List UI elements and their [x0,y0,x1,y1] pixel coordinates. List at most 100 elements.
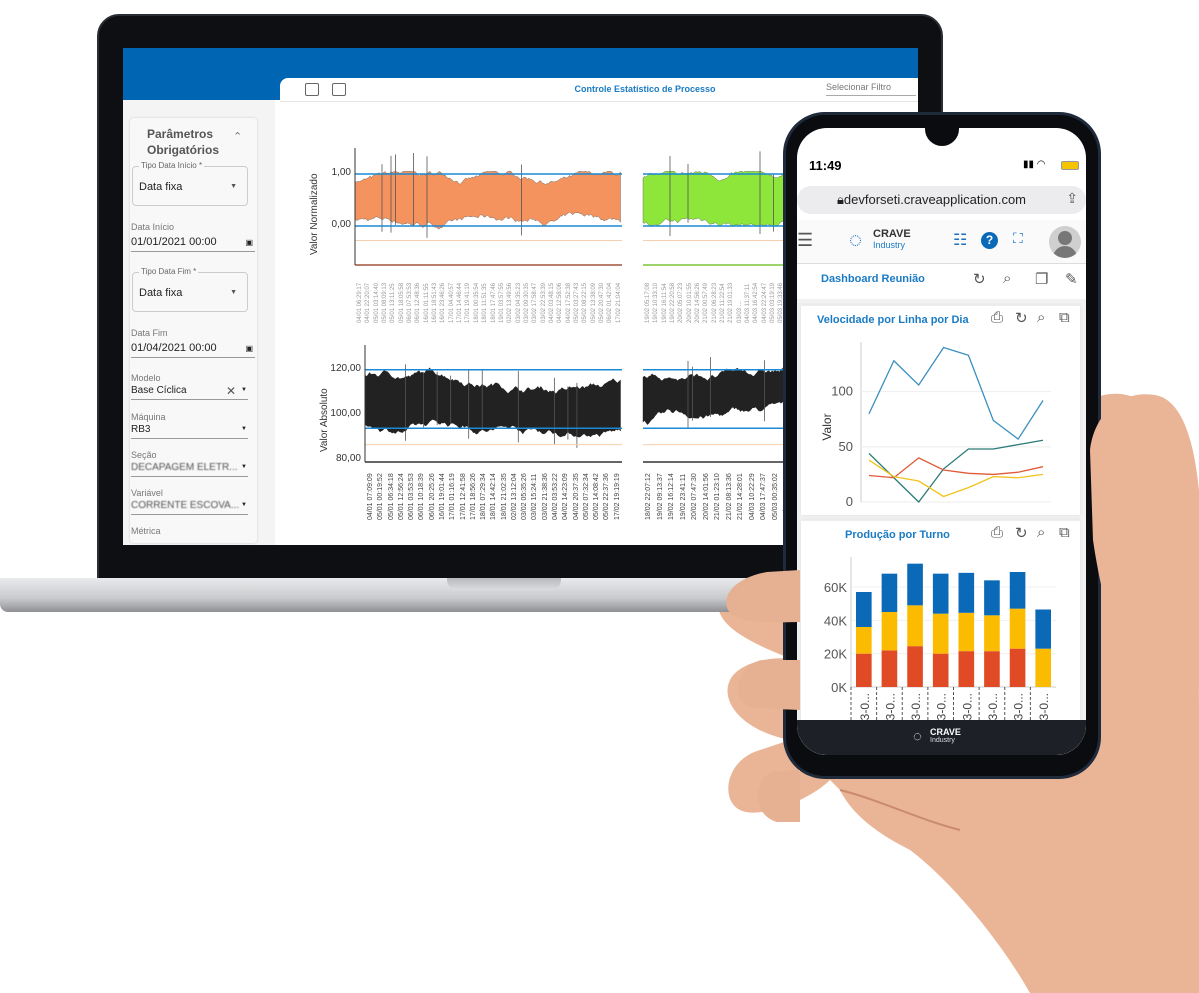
menu-icon[interactable]: ☰ [797,230,813,251]
y-tick-label: 50 [839,439,853,454]
card-velocidade: Velocidade por Linha por Dia ⎙ ↻ ⌕ ⧉ 0 50… [801,305,1080,515]
y-tick-label: 120,00 [330,362,361,374]
x-tick-label: 02/02 13:12:04 [510,473,518,520]
search-icon[interactable]: ⌕ [1037,524,1045,541]
x-tick-label: 20/02 14:56:26 [695,282,701,323]
x-tick-label: 06/01 12:48:36 [415,282,422,323]
x-tick-label: 16/01 18:51:43 [432,282,439,323]
x-tick-label: 19/02 09:13:37 [656,473,664,520]
x-tick-label: 05/01 03:14:40 [373,282,380,323]
edit-icon[interactable]: ✎ [1065,270,1078,288]
x-tick-label: 17/01 01:16:19 [449,473,457,520]
x-tick-label: 03/02 21:38:36 [541,473,549,520]
x-tick-label: 18/01 11:51:35 [482,283,489,323]
dashboard-bar: Dashboard Reunião ↻ ⌕ ❐ ✎ [797,265,1086,299]
bar-segment [932,573,949,614]
velocidade-chart: 0 50 100 Valor [820,342,1051,509]
x-tick-label: 05/02 22:37:36 [603,473,611,520]
x-tick-label: 19/02 22:20:58 [670,282,676,323]
data-band [364,367,621,438]
y-axis-title: Valor Absoluto [319,388,330,452]
series-line-0 [868,346,1044,441]
x-tick-label: 05/01 06:34:18 [387,473,395,520]
bar-segment [1035,609,1051,649]
x-tick-label: 03/02 05:35:26 [521,473,529,520]
spc-chart-0 [354,148,622,266]
bar-segment [958,572,975,613]
refresh-icon[interactable]: ↻ [1015,524,1028,542]
series-line-2 [868,457,1044,479]
chat-icon[interactable]: ☷ [953,230,967,250]
bar-segment [984,580,1000,616]
x-tick-label: 04/02 03:53:22 [552,473,560,520]
x-tick-label: 17/02 21:04:04 [615,282,622,323]
x-tick-label: 04/03 11:37:11 [745,283,751,323]
open-external-icon[interactable]: ⧉ [1059,309,1070,326]
x-tick-label: 05/01 13:11:25 [390,283,397,323]
copy-icon[interactable]: ❐ [1035,270,1048,288]
bar-segment [907,605,923,647]
help-icon[interactable]: ? [981,232,998,249]
thumb [1090,394,1199,690]
x-tick-label: 21/02 08:13:36 [725,473,733,520]
print-icon[interactable]: ⎙ [991,309,1003,326]
share-icon[interactable]: ⇪ [1066,190,1078,207]
x-tick-label: 04/02 17:52:38 [565,282,572,323]
bar-segment [856,653,872,687]
data-band [642,171,792,227]
fullscreen-icon[interactable]: ⛶ [1013,230,1023,247]
x-tick-label: 16/01 01:11:55 [423,283,430,323]
phone-screen: 11:49 ▮▮ ◠ 🔒︎devforseti.craveapplication… [797,128,1086,755]
search-icon[interactable]: ⌕ [1003,270,1011,287]
footer-brand-sub: Industry [930,737,955,744]
x-tick-label: 05/02 08:22:15 [582,282,589,323]
open-external-icon[interactable]: ⧉ [1059,524,1070,541]
data-band [642,366,792,425]
bar-segment [932,653,949,687]
bar-segment [1009,608,1026,649]
x-tick-label: 05/01 08:09:13 [382,282,389,323]
x-tick-label: 02/02 13:49:56 [507,282,514,323]
x-tick-label: 19/02 23:41:11 [679,473,687,520]
laptop-hinge-notch [447,578,561,590]
x-tick-label: 21/02 19:01:33 [728,282,735,323]
battery-icon [1061,161,1079,170]
x-tick-label: 04/02 12:58:06 [557,282,564,323]
brand-name: CRAVE [873,228,911,240]
x-tick-label: 21/02 06:28:23 [711,282,718,323]
card-title: Velocidade por Linha por Dia [817,314,969,326]
x-tick-label: 04/03 22:24:47 [761,282,768,323]
brand-sub: Industry [873,240,906,250]
data-band [354,171,621,230]
x-tick-label: 04/01 07:09:09 [367,473,374,520]
bar-segment [1035,648,1051,687]
status-time: 11:49 [809,158,842,173]
x-tick-label: 05/02 13:38:09 [590,282,597,323]
url-text: devforseti.craveapplication.com [843,192,1027,207]
x-tick-label: 17/01 19:41:19 [465,282,472,323]
x-tick-label: 16/01 19:01:44 [438,473,446,520]
x-tick-label: 04/02 20:37:35 [572,473,580,520]
x-tick-label: 17/01 12:41:58 [459,473,467,520]
x-tick-label: 17/01 04:40:57 [448,282,455,323]
x-tick-label: 05/02 20:47:30 [598,282,605,323]
y-tick-label: 0K [831,680,847,695]
print-icon[interactable]: ⎙ [991,524,1003,541]
url-bar[interactable]: 🔒︎devforseti.craveapplication.com ⇪ [797,186,1086,214]
refresh-icon[interactable]: ↻ [973,270,986,288]
dashboard-title: Dashboard Reunião [821,273,925,285]
x-tick-label: 18/01 07:29:34 [480,473,488,520]
x-tick-label: 18/01 21:02:35 [500,473,508,520]
bar-segment [984,651,1000,687]
crave-logo-icon: ◌ [849,227,863,252]
x-tick-label: 21/02 11:22:54 [720,283,726,323]
x-tick-label: 16/01 23:46:26 [440,282,447,323]
crave-logo-icon: ◌ [913,728,922,745]
refresh-icon[interactable]: ↻ [1015,309,1028,327]
search-icon[interactable]: ⌕ [1037,309,1045,326]
y-tick-label: 20K [824,647,847,662]
y-axis-title: Valor [820,413,834,440]
y-tick-label: 40K [824,613,847,628]
x-tick-label: 21/02 00:57:49 [703,282,710,323]
avatar[interactable] [1049,226,1081,258]
